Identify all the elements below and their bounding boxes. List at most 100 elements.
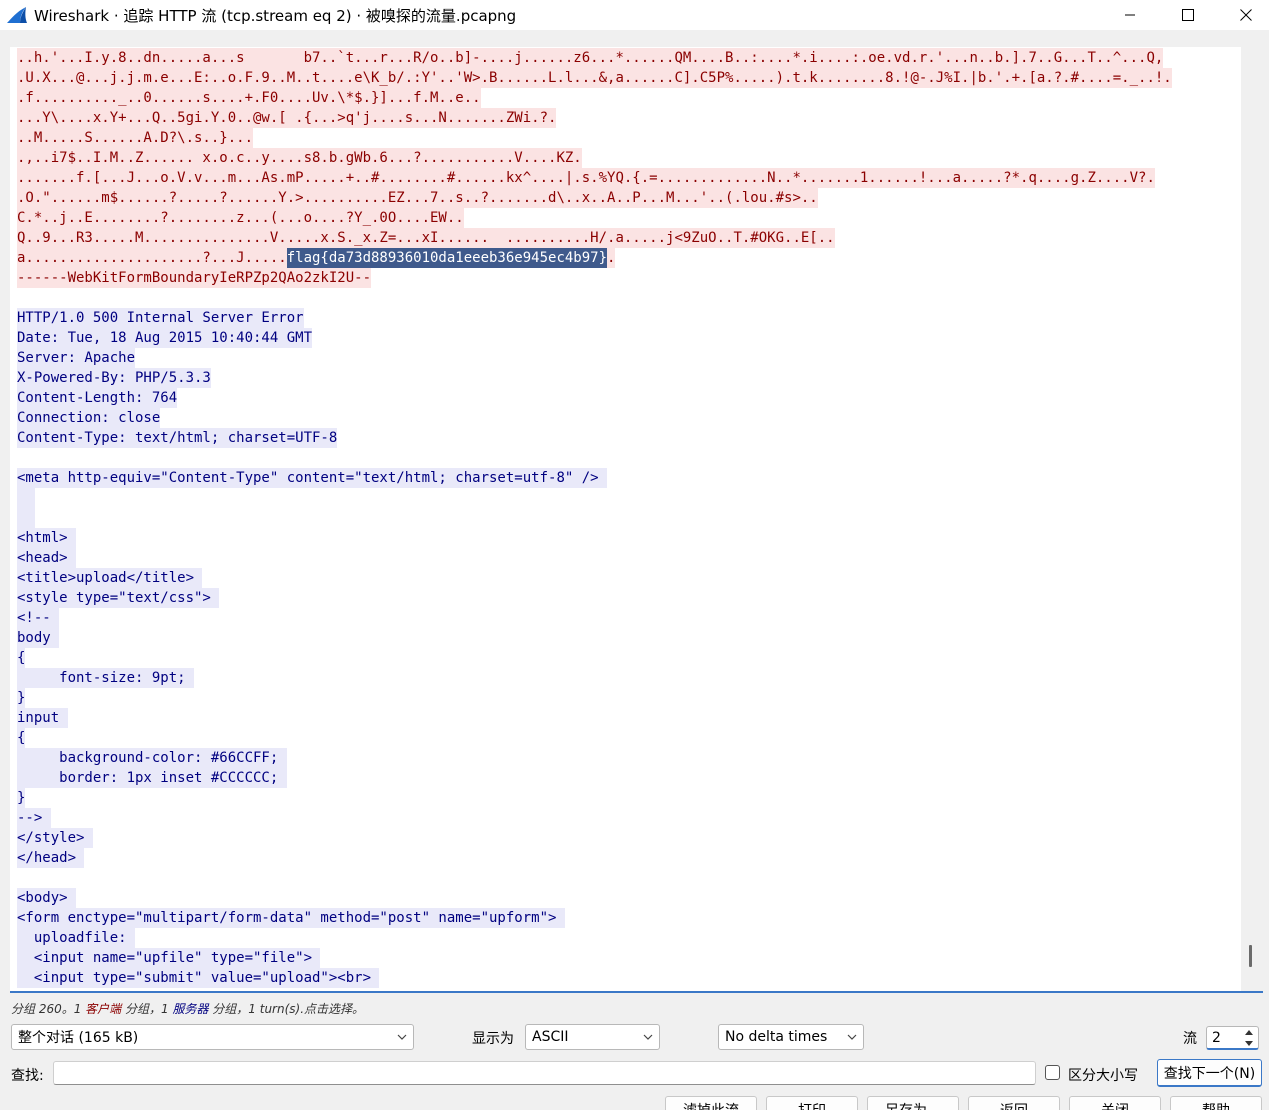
- spin-up-icon[interactable]: [1244, 1029, 1254, 1036]
- case-sensitive-checkbox[interactable]: [1045, 1065, 1060, 1080]
- wireshark-fin-icon: [7, 7, 27, 23]
- close-dialog-button[interactable]: 关闭: [1069, 1096, 1161, 1110]
- save-as-button[interactable]: 另存为…: [867, 1096, 959, 1110]
- server-html-line: <html>: [17, 528, 1172, 548]
- find-next-button[interactable]: 查找下一个(N): [1157, 1059, 1262, 1087]
- vertical-scrollbar-thumb[interactable]: [1249, 945, 1252, 967]
- client-data-segment: .U.X...@...j.j.m.e...E:..o.F.9..M..t....…: [17, 68, 1172, 88]
- filter-out-stream-button[interactable]: 滤掉此流: [665, 1096, 757, 1110]
- client-data-segment: .f.........._..0......s....+.F0....Uv.\*…: [17, 88, 481, 108]
- spin-down-icon[interactable]: [1244, 1040, 1254, 1047]
- server-data-segment: {: [17, 648, 26, 668]
- minimize-button[interactable]: [1101, 0, 1159, 30]
- flag-line: a.....................?...J.....flag{da7…: [17, 248, 1172, 268]
- close-button[interactable]: [1217, 0, 1269, 30]
- server-data-segment: Content-Type: text/html; charset=UTF-8: [17, 428, 338, 448]
- server-header-line: Date: Tue, 18 Aug 2015 10:40:44 GMT: [17, 328, 1172, 348]
- server-data-segment: Date: Tue, 18 Aug 2015 10:40:44 GMT: [17, 328, 313, 348]
- server-data-segment: X-Powered-By: PHP/5.3.3: [17, 368, 211, 388]
- stream-status-text: 分组 260。1 客户端 分组，1 服务器 分组，1 turn(s).点击选择。: [11, 1000, 364, 1017]
- server-data-segment: border: 1px inset #CCCCCC;: [17, 768, 287, 788]
- case-sensitive-label: 区分大小写: [1068, 1068, 1138, 1084]
- server-html-line: background-color: #66CCFF;: [17, 748, 1172, 768]
- server-html-line: <head>: [17, 548, 1172, 568]
- server-data-segment: <body>: [17, 888, 77, 908]
- server-data-segment: }: [17, 688, 26, 708]
- server-body-line: uploadfile:: [17, 928, 1172, 948]
- client-data-segment: .: [607, 248, 616, 268]
- server-data-segment: <style type="text/css">: [17, 588, 220, 608]
- conversation-select-value: 整个对话 (165 kB): [18, 1030, 139, 1046]
- client-data-line: ..h.'...I.y.8..dn.....a...s b7..`t...r..…: [17, 48, 1172, 68]
- server-html-line: body: [17, 628, 1172, 648]
- client-data-line: Q..9...R3.....M...............V.....x.S.…: [17, 228, 1172, 248]
- find-label: 查找:: [11, 1068, 44, 1084]
- server-data-segment: Server: Apache: [17, 348, 136, 368]
- client-data-segment: ...Y\....x.Y+...Q..5gi.Y.0..@w.[ .{...>q…: [17, 108, 557, 128]
- delta-times-select[interactable]: No delta times: [718, 1024, 864, 1050]
- find-input[interactable]: [53, 1061, 1036, 1085]
- server-html-line: <style type="text/css">: [17, 588, 1172, 608]
- client-data-line: C.*..j..E........?........z...(...o....?…: [17, 208, 1172, 228]
- selected-flag-text: flag{da73d88936010da1eeeb36e945ec4b97}: [286, 248, 608, 268]
- back-button[interactable]: 返回: [968, 1096, 1060, 1110]
- print-button[interactable]: 打印: [766, 1096, 858, 1110]
- client-data-line: .O."......m$......?.....?......Y.>......…: [17, 188, 1172, 208]
- server-header-line: Server: Apache: [17, 348, 1172, 368]
- server-blank-segment: [17, 488, 35, 508]
- status-suffix: 分组，1 turn(s).点击选择。: [208, 1002, 365, 1016]
- server-header-line: Content-Type: text/html; charset=UTF-8: [17, 428, 1172, 448]
- server-data-segment: body: [17, 628, 60, 648]
- server-html-line: input: [17, 708, 1172, 728]
- client-data-segment: .O."......m$......?.....?......Y.>......…: [17, 188, 818, 208]
- client-data-line: .f.........._..0......s....+.F0....Uv.\*…: [17, 88, 1172, 108]
- blank-server-line: [17, 508, 1172, 528]
- chevron-down-icon: [643, 1034, 653, 1040]
- server-html-line: {: [17, 648, 1172, 668]
- client-data-segment: ..M.....S......A.D?\.s..}...: [17, 128, 254, 148]
- server-html-line: </style>: [17, 828, 1172, 848]
- status-server-link[interactable]: 服务器: [172, 1002, 208, 1016]
- maximize-button[interactable]: [1159, 0, 1217, 30]
- client-data-segment: .,..i7$..I.M..Z...... x.o.c..y....s8.b.g…: [17, 148, 582, 168]
- help-button[interactable]: 帮助: [1170, 1096, 1262, 1110]
- server-data-segment: <!--: [17, 608, 60, 628]
- window-title: Wireshark · 追踪 HTTP 流 (tcp.stream eq 2) …: [34, 6, 517, 25]
- conversation-select[interactable]: 整个对话 (165 kB): [11, 1024, 414, 1050]
- server-data-segment: </head>: [17, 848, 85, 868]
- spin-arrows[interactable]: [1244, 1029, 1256, 1047]
- server-body-line: <input type="submit" value="upload"><br>: [17, 968, 1172, 988]
- title-bar: Wireshark · 追踪 HTTP 流 (tcp.stream eq 2) …: [0, 0, 1269, 30]
- server-header-line: Connection: close: [17, 408, 1172, 428]
- server-data-segment: Content-Length: 764: [17, 388, 178, 408]
- server-data-segment: <title>upload</title>: [17, 568, 203, 588]
- chevron-down-icon: [397, 1034, 407, 1040]
- server-data-segment: -->: [17, 808, 51, 828]
- status-client-link[interactable]: 客户端: [85, 1002, 121, 1016]
- status-mid: 分组，1: [121, 1002, 173, 1016]
- server-html-line: <title>upload</title>: [17, 568, 1172, 588]
- client-data-line: .,..i7$..I.M..Z...... x.o.c..y....s8.b.g…: [17, 148, 1172, 168]
- server-body-line: <form enctype="multipart/form-data" meth…: [17, 908, 1172, 928]
- client-data-segment: ------WebKitFormBoundaryIeRPZp2QAo2zkI2U…: [17, 268, 372, 288]
- server-html-line: }: [17, 788, 1172, 808]
- stream-number-spinbox[interactable]: 2: [1206, 1026, 1259, 1050]
- server-meta-line: <meta http-equiv="Content-Type" content=…: [17, 468, 1172, 488]
- server-data-segment: <head>: [17, 548, 77, 568]
- server-html-line: <!--: [17, 608, 1172, 628]
- server-data-segment: <input name="upfile" type="file">: [17, 948, 321, 968]
- server-html-line: border: 1px inset #CCCCCC;: [17, 768, 1172, 788]
- blank-server-line: [17, 488, 1172, 508]
- stream-number-label: 流: [1183, 1031, 1197, 1047]
- show-as-select[interactable]: ASCII: [525, 1024, 660, 1050]
- server-html-line: -->: [17, 808, 1172, 828]
- server-data-segment: background-color: #66CCFF;: [17, 748, 287, 768]
- client-data-line: ..M.....S......A.D?\.s..}...: [17, 128, 1172, 148]
- server-html-line: </head>: [17, 848, 1172, 868]
- stream-content-view[interactable]: ..h.'...I.y.8..dn.....a...s b7..`t...r..…: [10, 47, 1241, 991]
- minimize-icon: [1125, 14, 1135, 16]
- client-data-line: .U.X...@...j.j.m.e...E:..o.F.9..M..t....…: [17, 68, 1172, 88]
- server-data-segment: <input type="submit" value="upload"><br>: [17, 968, 380, 988]
